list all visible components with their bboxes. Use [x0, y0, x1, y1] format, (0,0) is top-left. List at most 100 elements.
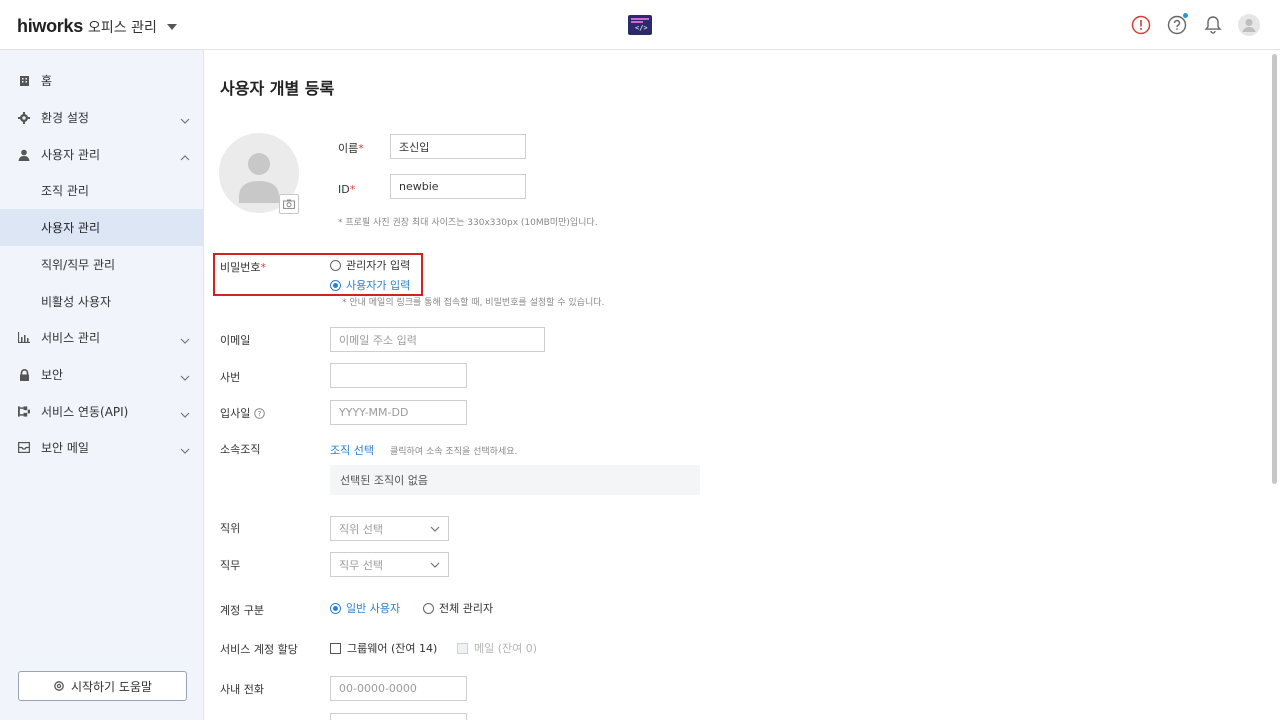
position-label: 직위: [220, 522, 241, 535]
checkbox-label: 메일 (잔여 0): [474, 642, 538, 655]
groupware-checkbox[interactable]: 그룹웨어 (잔여 14): [330, 640, 437, 656]
sidebar-item-home[interactable]: 홈: [0, 62, 204, 99]
mail-checkbox: 메일 (잔여 0): [457, 640, 537, 656]
email-label: 이메일: [220, 334, 251, 347]
service-allocation-label: 서비스 계정 할당: [220, 643, 298, 656]
radio-circle: [330, 259, 341, 271]
sidebar-item-services[interactable]: 서비스 관리: [0, 319, 204, 356]
select-placeholder: 직위 선택: [339, 522, 383, 536]
sidebar-item-label: 서비스 연동(API): [41, 405, 129, 419]
chevron-down-icon: [180, 443, 190, 457]
radio-circle: [330, 279, 341, 291]
hiworks-logo[interactable]: hiworks: [17, 16, 83, 37]
select-placeholder: 직무 선택: [339, 558, 383, 572]
top-header: hiworks 오피스 관리 </>: [0, 0, 1280, 50]
next-field-input[interactable]: [330, 713, 467, 720]
svg-text:?: ?: [258, 410, 262, 418]
employee-number-label: 사번: [220, 371, 241, 384]
caret-down-icon: [166, 24, 177, 30]
vertical-scrollbar[interactable]: [1272, 54, 1277, 484]
chevron-down-icon: [180, 407, 190, 421]
chevron-down-icon: [180, 370, 190, 384]
chevron-down-icon: [180, 113, 190, 127]
office-admin-menu[interactable]: 오피스 관리: [88, 17, 177, 37]
sidebar-item-user-management[interactable]: 사용자 관리: [0, 136, 204, 173]
chevron-down-icon: [430, 562, 440, 568]
mail-icon: [18, 442, 30, 454]
app-badge-icon[interactable]: </>: [628, 15, 652, 35]
sidebar-item-label: 환경 설정: [41, 111, 89, 125]
sidebar-item-settings[interactable]: 환경 설정: [0, 99, 204, 136]
id-label: ID*: [338, 183, 356, 196]
gear-icon: [54, 681, 64, 691]
alert-circle-icon[interactable]: [1130, 14, 1152, 36]
sidebar-sub-positions[interactable]: 직위/직무 관리: [0, 246, 204, 283]
sidebar: 홈 환경 설정 사용자 관리 조직 관리 사용자 관리 직위/직무 관리 비활성…: [0, 50, 204, 720]
join-date-label: 입사일 ?: [220, 405, 266, 421]
organization-hint: 클릭하여 소속 조직을 선택하세요.: [390, 447, 518, 457]
duty-select[interactable]: 직무 선택: [330, 552, 449, 577]
office-admin-label: 오피스 관리: [88, 20, 157, 36]
help-icon[interactable]: [1166, 13, 1188, 36]
sidebar-item-label: 보안 메일: [41, 441, 89, 455]
radio-label: 사용자가 입력: [346, 279, 411, 292]
bell-icon[interactable]: [1202, 14, 1224, 36]
radio-circle: [330, 602, 341, 614]
sidebar-sub-org[interactable]: 조직 관리: [0, 172, 204, 209]
employee-number-input[interactable]: [330, 363, 467, 388]
office-phone-label: 사내 전화: [220, 683, 264, 696]
chevron-down-icon: [180, 333, 190, 347]
select-organization-link[interactable]: 조직 선택: [330, 442, 374, 458]
radio-label: 관리자가 입력: [346, 259, 411, 272]
account-type-general-radio[interactable]: 일반 사용자: [330, 600, 400, 616]
chevron-up-icon: [180, 150, 190, 164]
photo-size-note: * 프로필 사진 권장 최대 사이즈는 330x330px (10MB미만)입니…: [338, 218, 598, 228]
radio-circle: [423, 602, 434, 614]
sidebar-item-label: 서비스 관리: [41, 331, 101, 345]
checkbox-label: 그룹웨어 (잔여 14): [347, 642, 438, 655]
sidebar-item-security[interactable]: 보안: [0, 356, 204, 393]
notification-dot: [1183, 13, 1188, 18]
checkbox-box: [330, 642, 341, 654]
header-icons: [1130, 13, 1260, 36]
duty-label: 직무: [220, 559, 241, 572]
camera-icon: [283, 199, 295, 209]
user-avatar-icon[interactable]: [1238, 14, 1260, 36]
position-select[interactable]: 직위 선택: [330, 516, 449, 541]
sidebar-item-secure-mail[interactable]: 보안 메일: [0, 429, 204, 466]
account-type-label: 계정 구분: [220, 604, 264, 617]
gear-icon: [18, 111, 30, 124]
radio-label: 일반 사용자: [346, 602, 401, 615]
email-input[interactable]: 이메일 주소 입력: [330, 327, 545, 352]
sidebar-item-label: 홈: [41, 74, 53, 88]
sidebar-item-label: 사용자 관리: [41, 148, 101, 162]
name-field[interactable]: 조신입: [390, 134, 526, 159]
page-title: 사용자 개별 등록: [220, 79, 335, 98]
join-date-input[interactable]: YYYY-MM-DD: [330, 400, 467, 425]
user-icon: [18, 149, 30, 161]
checkbox-box: [457, 642, 468, 654]
office-phone-input[interactable]: 00-0000-0000: [330, 676, 467, 701]
password-user-radio[interactable]: 사용자가 입력: [330, 277, 410, 293]
password-admin-radio[interactable]: 관리자가 입력: [330, 257, 410, 273]
sidebar-sub-inactive[interactable]: 비활성 사용자: [0, 283, 204, 320]
password-label: 비밀번호*: [220, 261, 266, 274]
sidebar-item-api[interactable]: 서비스 연동(API): [0, 393, 204, 430]
selected-organization-box: 선택된 조직이 없음: [330, 465, 700, 495]
getting-started-help-button[interactable]: 시작하기 도움말: [18, 671, 187, 701]
password-note: * 안내 메일의 링크를 통해 접속할 때, 비밀번호를 설정할 수 있습니다.: [342, 298, 605, 308]
sidebar-sub-users[interactable]: 사용자 관리: [0, 209, 204, 246]
account-type-admin-radio[interactable]: 전체 관리자: [423, 600, 493, 616]
api-icon: [18, 406, 30, 418]
main-content: 사용자 개별 등록 이름* 조신입 ID* newbie * 프로필 사진 권장…: [205, 50, 1268, 720]
name-label: 이름*: [338, 142, 364, 155]
help-circle-icon[interactable]: ?: [254, 407, 266, 419]
chart-icon: [18, 332, 30, 344]
organization-label: 소속조직: [220, 443, 261, 456]
camera-upload-button[interactable]: [279, 194, 299, 214]
lock-icon: [18, 368, 30, 381]
chevron-down-icon: [430, 526, 440, 532]
radio-label: 전체 관리자: [439, 602, 494, 615]
id-field[interactable]: newbie: [390, 174, 526, 199]
help-button-label: 시작하기 도움말: [70, 679, 153, 694]
